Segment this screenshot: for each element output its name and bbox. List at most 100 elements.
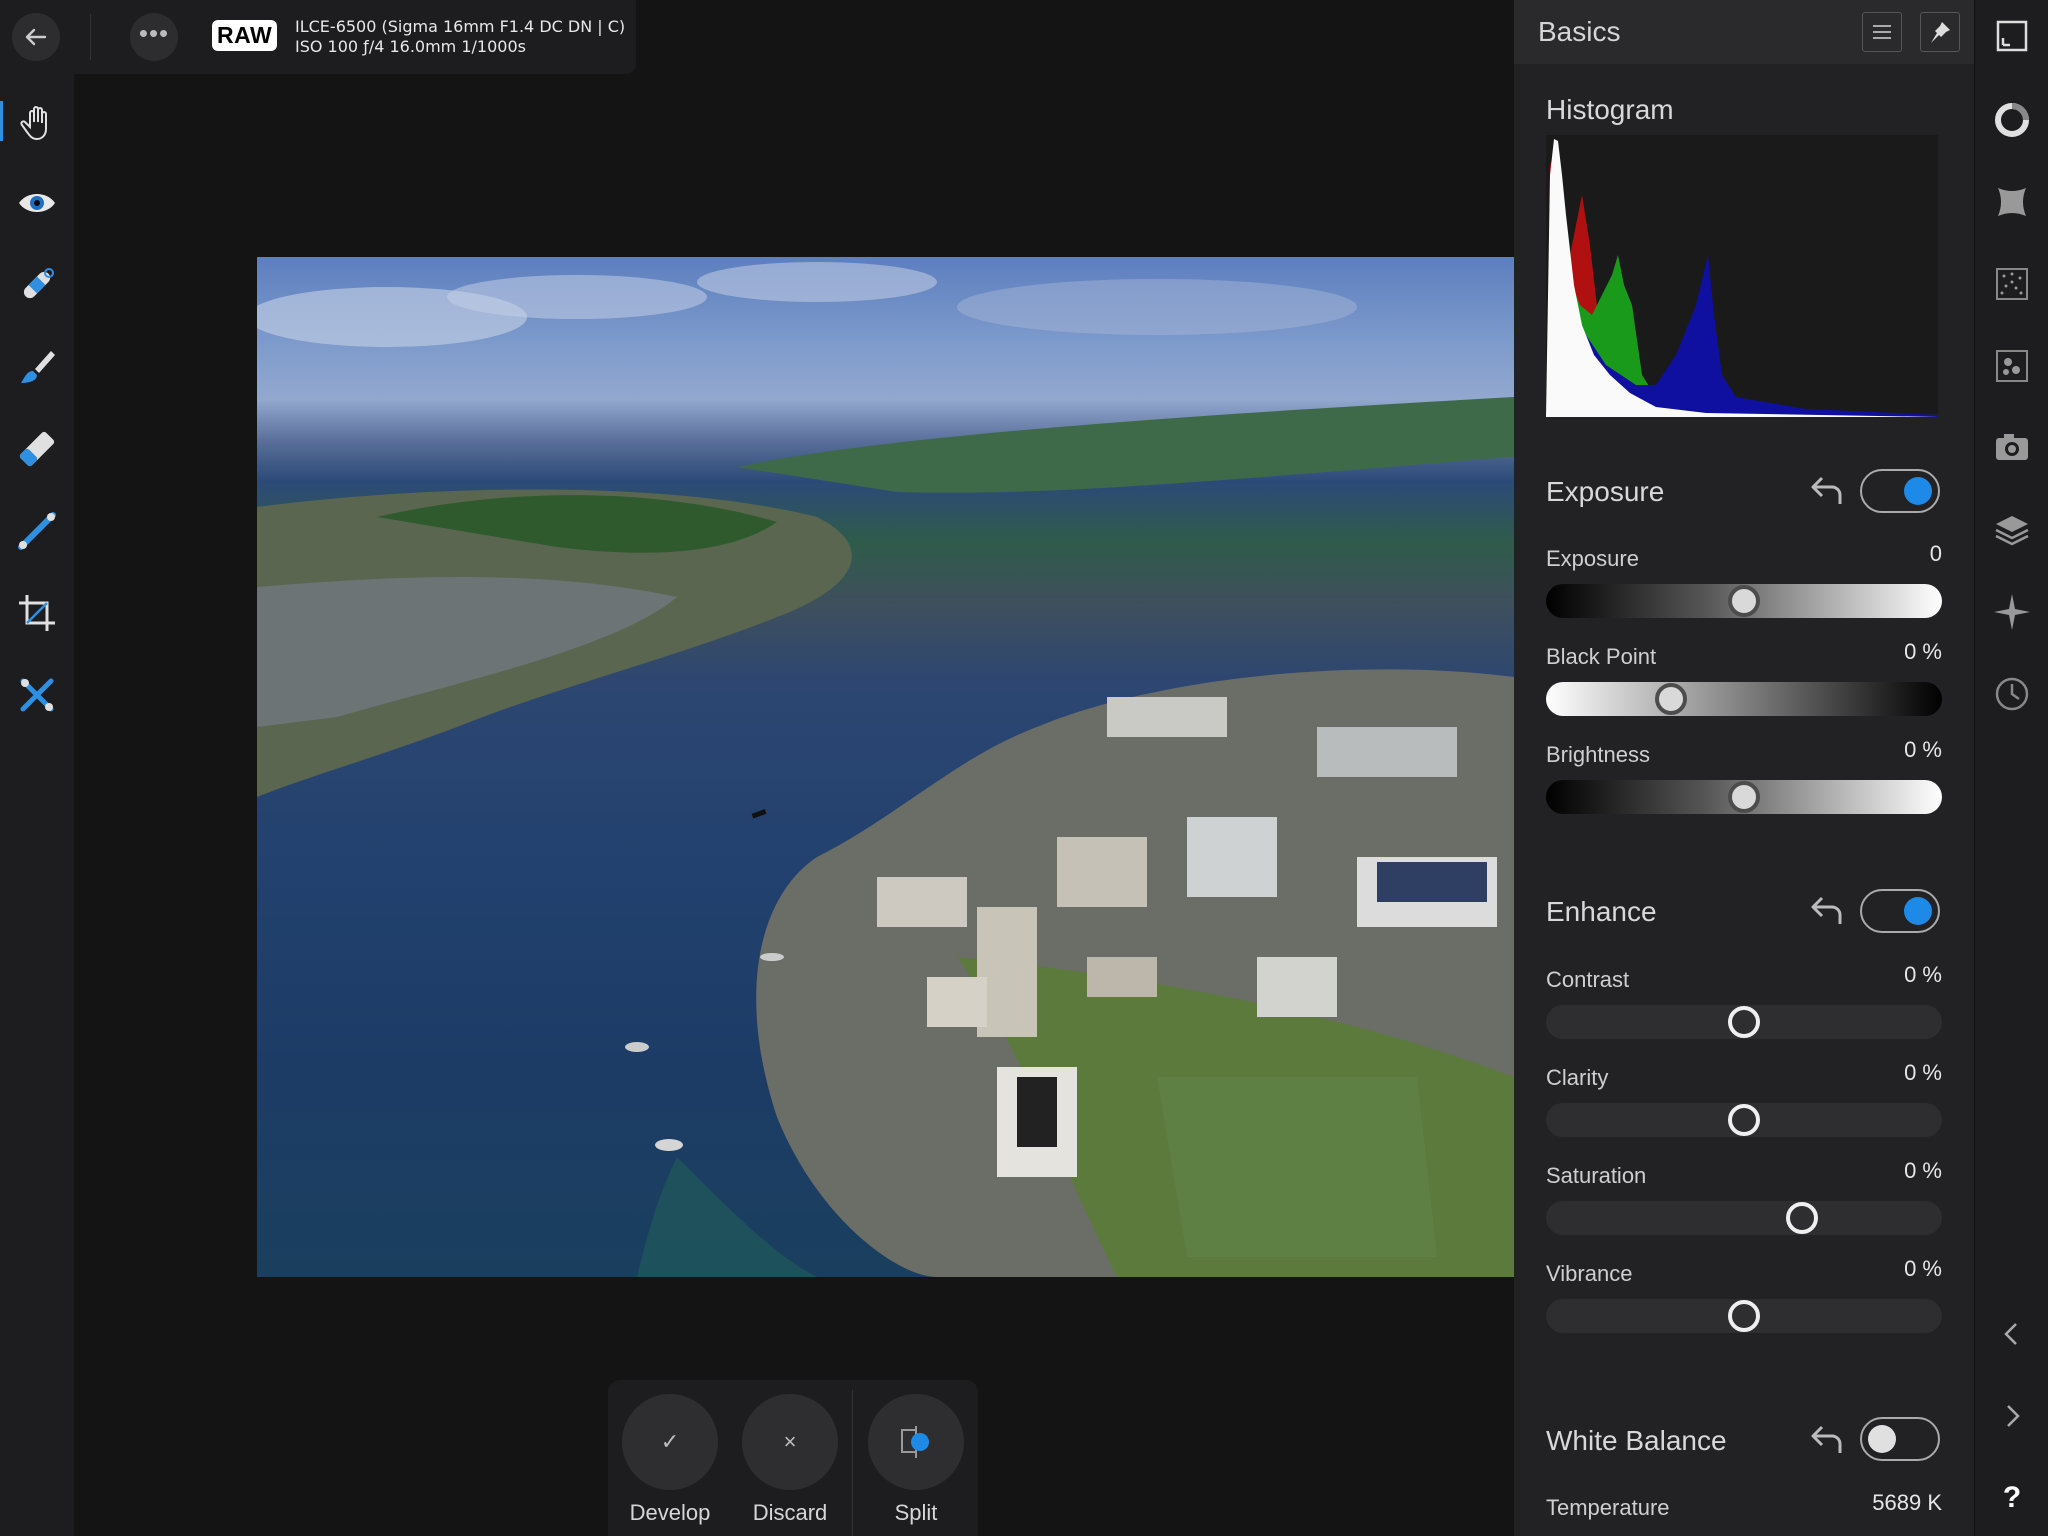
split-view-icon [901,1426,929,1458]
saturation-value: 0 % [1904,1158,1942,1183]
develop-button[interactable]: ✓ Develop [622,1394,718,1526]
layers-studio-button[interactable] [1988,506,2036,554]
pin-icon [1931,22,1950,43]
noise-icon [1996,268,2028,300]
history-icon [1995,677,2029,711]
clarity-slider[interactable] [1546,1103,1942,1137]
help-button[interactable]: ? [1988,1474,2036,1522]
ellipsis-icon: ••• [138,18,170,48]
eye-icon [19,194,55,212]
left-toolbar [0,74,74,1536]
white-balance-toggle[interactable] [1860,1417,1940,1461]
brightness-slider[interactable] [1546,780,1942,814]
split-view-button[interactable]: Split [868,1394,964,1526]
brightness-value: 0 % [1904,737,1942,762]
bandage-icon [23,268,54,299]
aerial-harbor-photo [257,262,1514,1277]
panel-title: Basics [1538,16,1621,47]
exposure-slider[interactable] [1546,584,1942,618]
overlay-icon [20,678,54,712]
slider-knob[interactable] [1655,683,1688,715]
fullscreen-icon [1996,20,2028,52]
top-bar: ••• RAW ILCE-6500 (Sigma 16mm F1.4 DC DN… [0,0,636,74]
exposure-section-title: Exposure [1546,476,1665,507]
vibrance-slider[interactable] [1546,1299,1942,1333]
temperature-label: Temperature [1546,1495,1670,1520]
develop-action-bar: ✓ Develop × Discard Split [608,1380,978,1536]
histogram-title: Histogram [1546,94,1674,125]
exif-info: ISO 100 ƒ/4 16.0mm 1/1000s [295,37,526,56]
paint-brush-tool-button[interactable] [13,343,61,391]
white-balance-section-title: White Balance [1546,1425,1727,1456]
discard-label: Discard [752,1500,828,1525]
enhance-reset-button[interactable] [1808,890,1848,930]
black-point-value: 0 % [1904,639,1942,664]
hand-tool-button[interactable] [0,97,61,145]
slider-knob[interactable] [1728,1006,1760,1038]
enhance-section-title: Enhance [1546,896,1657,927]
chevron-right-icon [2007,1405,2020,1427]
chevron-left-icon [2004,1323,2017,1345]
photo-canvas[interactable] [257,257,1514,1277]
split-view-icon-wrap [868,1394,964,1490]
slider-knob[interactable] [1728,1104,1760,1136]
divider [852,1390,853,1536]
camera-info: ILCE-6500 (Sigma 16mm F1.4 DC DN | C) [295,17,626,36]
brightness-label: Brightness [1546,742,1650,767]
slider-knob[interactable] [1728,1300,1760,1332]
contrast-slider[interactable] [1546,1005,1942,1039]
vibrance-label: Vibrance [1546,1261,1633,1286]
undo-icon [1811,1425,1842,1453]
black-point-slider[interactable] [1546,682,1942,716]
temperature-value: 5689 K [1872,1490,1942,1515]
exposure-value: 0 [1929,541,1942,566]
overlay-tool-button[interactable] [13,671,61,719]
enhance-toggle[interactable] [1860,889,1940,933]
back-button[interactable] [12,13,60,61]
eraser-tool-button[interactable] [13,425,61,473]
blemish-tool-button[interactable] [13,261,61,309]
saturation-label: Saturation [1546,1163,1647,1188]
gradient-tool-button[interactable] [13,507,61,555]
slider-knob[interactable] [1728,781,1760,813]
clarity-value: 0 % [1904,1060,1942,1085]
red-eye-tool-button[interactable] [13,179,61,227]
discard-button[interactable]: × Discard [742,1394,838,1526]
exposure-label: Exposure [1546,546,1639,571]
panel-header: Basics [1514,0,1974,64]
exposure-reset-button[interactable] [1808,470,1848,510]
saturation-slider[interactable] [1546,1201,1942,1235]
slider-knob[interactable] [1786,1202,1819,1234]
panel-menu-button[interactable] [1862,12,1902,52]
divider [90,14,91,60]
fullscreen-button[interactable] [1988,12,2036,60]
more-options-button[interactable]: ••• [130,13,178,61]
undo-icon [1811,896,1842,924]
histogram-graph [1546,139,1938,417]
contrast-value: 0 % [1904,962,1942,987]
collapse-left-button[interactable] [1988,1310,2036,1358]
collapse-right-button[interactable] [1988,1392,2036,1440]
menu-icon [1873,25,1891,39]
raw-badge: RAW [212,20,278,51]
lens-distortion-icon [1998,188,2026,216]
toggle-knob [1868,1425,1896,1453]
pin-panel-button[interactable] [1920,12,1960,52]
detail-studio-button[interactable] [1988,342,2036,390]
contrast-label: Contrast [1546,967,1630,992]
navigator-studio-button[interactable] [1988,588,2036,636]
detail-icon [1996,350,2028,382]
hand-icon [20,106,47,141]
slider-knob[interactable] [1728,585,1760,617]
basics-studio-button[interactable] [1988,96,2036,144]
history-studio-button[interactable] [1988,670,2036,718]
camera-studio-button[interactable] [1988,424,2036,472]
crop-tool-button[interactable] [13,589,61,637]
camera-icon [1996,434,2028,460]
exposure-toggle[interactable] [1860,469,1940,513]
noise-studio-button[interactable] [1988,260,2036,308]
lens-studio-button[interactable] [1988,178,2036,226]
basics-icon [1995,103,2029,137]
white-balance-reset-button[interactable] [1808,1419,1848,1459]
histogram [1546,135,1938,417]
